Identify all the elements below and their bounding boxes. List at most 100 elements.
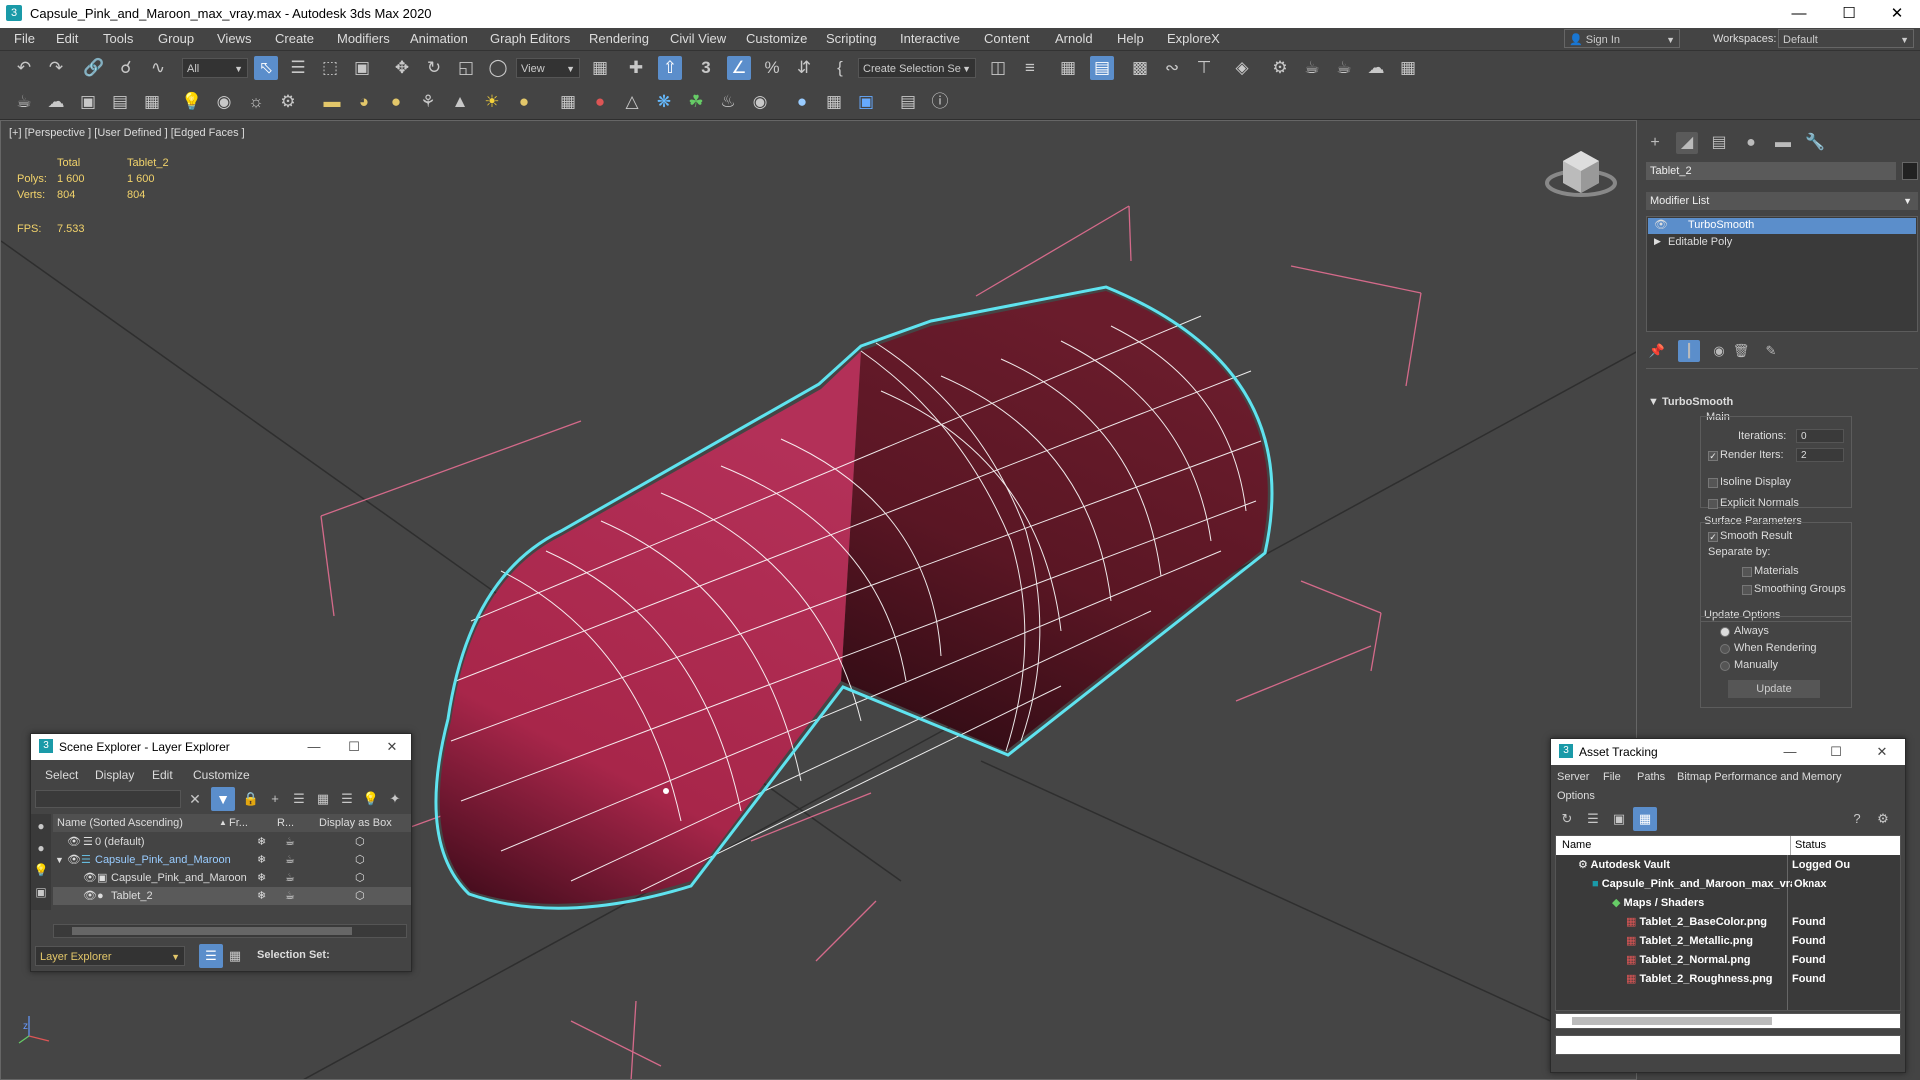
freeze-icon[interactable]: ❄ [257, 833, 266, 851]
plane-icon[interactable]: ▬ [320, 90, 344, 114]
at-menu-server[interactable]: Server [1557, 771, 1589, 783]
maximize-icon[interactable]: ☐ [1826, 0, 1872, 28]
menu-modifiers[interactable]: Modifiers [337, 31, 390, 46]
rotate-icon[interactable]: ↻ [422, 56, 446, 80]
gear-icon[interactable]: ⚙ [276, 90, 300, 114]
close-icon[interactable]: ✕ [1867, 741, 1897, 763]
select-by-name-icon[interactable]: ☰ [286, 56, 310, 80]
render-in-cloud-icon[interactable]: ☁ [1364, 56, 1388, 80]
teapot-icon[interactable]: ☕ [285, 887, 295, 905]
image-icon[interactable]: ▣ [76, 90, 100, 114]
motion-tab-icon[interactable]: ● [1740, 132, 1762, 154]
eye-icon[interactable]: 👁 [83, 869, 97, 887]
freeze-icon[interactable]: ❄ [257, 851, 266, 869]
at-scroll-thumb[interactable] [1572, 1017, 1772, 1025]
eye-icon[interactable]: 👁 [67, 833, 81, 851]
explicit-normals-checkbox[interactable] [1708, 499, 1718, 509]
se-col-display-box[interactable]: Display as Box [319, 814, 392, 832]
se-search-input[interactable] [35, 790, 181, 808]
dome-icon[interactable]: ◕ [352, 90, 376, 114]
rectangular-selection-icon[interactable]: ⬚ [318, 56, 342, 80]
se-col-render[interactable]: R... [277, 814, 294, 832]
grid-icon[interactable]: ▦ [140, 90, 164, 114]
eye-icon[interactable]: 👁 [83, 887, 97, 905]
viewcube[interactable] [1545, 151, 1617, 197]
se-col-name[interactable]: Name (Sorted Ascending) [57, 814, 183, 832]
update-button[interactable]: Update [1728, 680, 1820, 698]
camera-icon[interactable]: ◉ [212, 90, 236, 114]
at-menu-bitmap-performance[interactable]: Bitmap Performance and Memory [1677, 771, 1841, 783]
material-sphere-icon[interactable]: ● [790, 90, 814, 114]
proxy-icon[interactable]: ▦ [556, 90, 580, 114]
redo-icon[interactable]: ↷ [44, 56, 68, 80]
se-row-capsule-layer[interactable]: ▼ 👁 ☰ Capsule_Pink_and_Maroon ❄ ☕ ⬡ [53, 851, 411, 869]
teapot-icon[interactable]: ☕ [285, 869, 295, 887]
always-radio[interactable] [1720, 627, 1730, 637]
keyboard-shortcut-override-icon[interactable]: ⇧ [658, 56, 682, 80]
schematic-view-icon[interactable]: ⊤ [1192, 56, 1216, 80]
refresh-icon[interactable]: ↻ [1555, 807, 1579, 831]
viewport-label[interactable]: [+] [Perspective ] [User Defined ] [Edge… [9, 127, 245, 139]
help-icon[interactable]: ? [1845, 807, 1869, 831]
menu-arnold[interactable]: Arnold [1055, 31, 1093, 46]
smooth-result-checkbox[interactable]: ✓ [1708, 532, 1718, 542]
volume-grid-icon[interactable]: ❋ [652, 90, 676, 114]
settings-icon[interactable]: ▤ [896, 90, 920, 114]
menu-explorex[interactable]: ExploreX [1167, 31, 1220, 46]
se-menu-select[interactable]: Select [45, 768, 78, 782]
new-layer-icon[interactable]: + [263, 787, 287, 811]
render-iters-checkbox[interactable]: ✓ [1708, 451, 1718, 461]
curve-editor-icon[interactable]: ∾ [1160, 56, 1184, 80]
at-menu-options[interactable]: Options [1557, 790, 1595, 802]
align-icon[interactable]: ≡ [1018, 56, 1042, 80]
capsule-pink-half[interactable] [439, 351, 861, 904]
reference-coordinate-dropdown[interactable]: View ▼ [516, 58, 580, 78]
place-icon[interactable]: ◯ [486, 56, 510, 80]
light-icon[interactable]: 💡 [359, 787, 383, 811]
box-icon[interactable]: ⬡ [355, 869, 365, 887]
at-col-name[interactable]: Name [1562, 836, 1591, 855]
smoothing-groups-checkbox[interactable] [1742, 585, 1752, 595]
expand-arrow-icon[interactable]: ▶ [1654, 236, 1661, 247]
hierarchy-tab-icon[interactable]: ▤ [1708, 132, 1730, 154]
ambient-light-icon[interactable]: ● [512, 90, 536, 114]
table-view-icon[interactable]: ▦ [1633, 807, 1657, 831]
at-horizontal-scrollbar[interactable] [1555, 1013, 1901, 1029]
box-icon[interactable]: ▤ [108, 90, 132, 114]
at-row-vault[interactable]: ⚙ Autodesk Vault Logged Ou [1578, 856, 1898, 875]
mirror-icon[interactable]: ◫ [986, 56, 1010, 80]
render-icon[interactable]: ▣ [854, 90, 878, 114]
at-path-field[interactable] [1555, 1035, 1901, 1055]
utilities-tab-icon[interactable]: 🔧 [1804, 132, 1826, 154]
remove-modifier-icon[interactable]: 🗑 [1730, 340, 1752, 362]
undo-icon[interactable]: ↶ [12, 56, 36, 80]
menu-help[interactable]: Help [1117, 31, 1144, 46]
select-manipulate-icon[interactable]: ✚ [624, 56, 648, 80]
rendered-frame-window-icon[interactable]: ☕ [1300, 56, 1324, 80]
angle-snap-icon[interactable]: ∠ [727, 56, 751, 80]
window-crossing-icon[interactable]: ▣ [350, 56, 374, 80]
manually-radio[interactable] [1720, 661, 1730, 671]
freeze-icon[interactable]: ❄ [257, 887, 266, 905]
link-icon[interactable]: 🔗 [82, 56, 106, 80]
spinner-snap-icon[interactable]: ⇵ [792, 56, 816, 80]
teapot-icon[interactable]: ☕ [285, 851, 295, 869]
light-bulb-icon[interactable]: 💡 [180, 90, 204, 114]
clear-search-icon[interactable]: ✕ [183, 787, 207, 811]
light-filter-icon[interactable]: 💡 [29, 858, 53, 882]
pin-stack-icon[interactable]: 📌 [1646, 340, 1668, 362]
at-row-roughness[interactable]: ▦ Tablet_2_Roughness.png Found [1626, 970, 1898, 989]
menu-rendering[interactable]: Rendering [589, 31, 649, 46]
modify-tab-icon[interactable]: ◢ [1676, 132, 1698, 154]
thumbnail-view-icon[interactable]: ▣ [1607, 807, 1631, 831]
menu-tools[interactable]: Tools [103, 31, 133, 46]
se-menu-display[interactable]: Display [95, 768, 134, 782]
toggle-layer-explorer-icon[interactable]: ▤ [1090, 56, 1114, 80]
iterations-spinner[interactable]: 0 [1796, 429, 1844, 443]
at-row-normal[interactable]: ▦ Tablet_2_Normal.png Found [1626, 951, 1898, 970]
object-name-input[interactable]: Tablet_2 [1646, 162, 1896, 180]
eye-icon[interactable]: 👁 [1654, 218, 1668, 231]
menu-file[interactable]: File [14, 31, 35, 46]
se-row-tablet[interactable]: 👁 ● Tablet_2 ❄ ☕ ⬡ [53, 887, 411, 905]
display-none-icon[interactable]: ● [29, 814, 53, 838]
